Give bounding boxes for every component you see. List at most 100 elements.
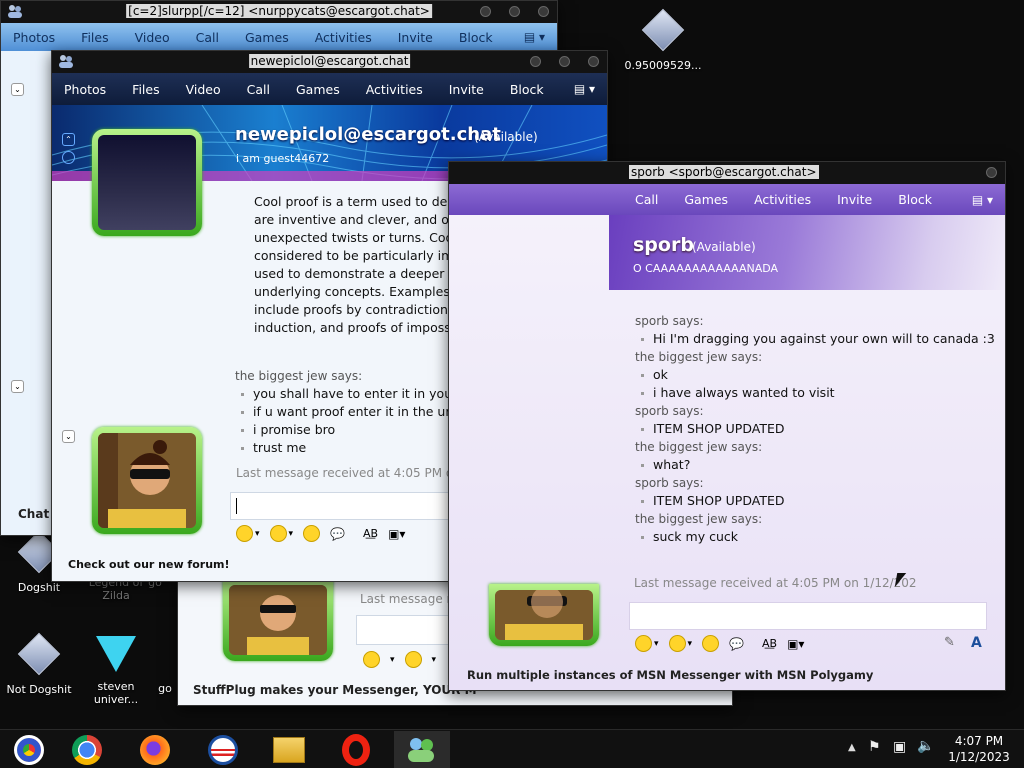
menu-bar: Photos Files Video Call Games Activities… [1,23,557,51]
desktop-icon-label: 0.95009529... [624,59,702,72]
background-icon[interactable]: ▣▾ [787,637,804,651]
minimize-button[interactable] [986,167,997,178]
promo-text[interactable]: Check out our new forum! [68,558,230,571]
font-icon[interactable]: A [971,635,982,651]
clock-date: 1/12/2023 [948,750,1010,764]
flag-icon[interactable]: ⚑ [868,739,881,755]
menu-call[interactable]: Call [196,30,219,45]
menu-video[interactable]: Video [186,82,221,97]
contact-avatar [223,579,333,661]
emoticon-button[interactable] [363,651,380,668]
wink-button[interactable] [668,635,686,652]
firefox-icon[interactable] [132,733,178,766]
voice-clip-icon[interactable]: 💬 [330,527,345,541]
volume-icon[interactable]: 🔈 [917,738,934,754]
collapse-icon[interactable]: ⌃ [62,133,75,146]
chat-label: Chat [18,507,50,521]
menu-call[interactable]: Call [247,82,270,97]
clock-time: 4:07 PM [954,734,1004,748]
sender-label: the biggest jew says: [635,440,763,454]
maximize-button[interactable] [559,56,570,67]
collapse-icon[interactable]: ⌄ [11,83,24,96]
desktop-icon-not-dogshit[interactable]: Not Dogshit [0,632,80,696]
last-message-text: Last message re [360,592,459,606]
promo-text[interactable]: StuffPlug makes your Messenger, YOUR M [193,683,477,697]
obama-logo-icon[interactable] [200,733,246,766]
sender-label: sporb says: [635,404,704,418]
menu-games[interactable]: Games [296,82,340,97]
avatar-picture [229,585,327,655]
minimize-button[interactable] [480,6,491,17]
file-explorer-icon[interactable] [266,733,312,766]
file-diamond-icon [17,632,61,679]
voice-clip-icon[interactable]: 💬 [729,637,744,651]
nudge-button[interactable] [303,525,321,542]
chat-message: what? [635,456,995,474]
handwriting-icon[interactable]: ✎ [944,635,955,650]
avatar-picture [98,433,196,528]
chat-window-sporb[interactable]: sporb <sporb@escargot.chat> Call Games A… [448,161,1006,691]
menu-invite[interactable]: Invite [398,30,433,45]
menu-activities[interactable]: Activities [315,30,372,45]
chrome-classic-icon[interactable] [6,733,52,766]
menu-games[interactable]: Games [245,30,289,45]
font-style-icon[interactable]: A͟B [762,637,777,650]
close-button[interactable] [538,6,549,17]
nudge-button[interactable] [702,635,720,652]
diamond-gem-icon [96,636,136,676]
window-title: newepiclol@escargot.chat [248,54,411,68]
menu-options-icon[interactable]: ▤ ▾ [972,193,993,207]
menu-invite[interactable]: Invite [449,82,484,97]
wink-button[interactable] [404,651,422,668]
wink-button[interactable] [269,525,287,542]
network-icon[interactable]: ▣ [893,739,906,755]
collapse-icon[interactable]: ⌄ [62,430,75,443]
collapse-icon[interactable]: ⌄ [11,380,24,393]
menu-files[interactable]: Files [81,30,108,45]
menu-options-icon[interactable]: ▤ ▾ [574,82,595,96]
settings-icon[interactable] [62,151,75,164]
menu-block[interactable]: Block [510,82,544,97]
contact-status: (Available) [692,240,756,254]
emoticon-button[interactable] [635,635,652,652]
my-avatar [489,584,599,646]
menu-call[interactable]: Call [635,192,658,207]
opera-icon[interactable] [333,733,379,766]
show-hidden-icons[interactable]: ▲ [848,742,856,753]
menu-photos[interactable]: Photos [64,82,106,97]
menu-invite[interactable]: Invite [837,192,872,207]
message-input[interactable] [629,602,987,630]
window-title: [c=2]slurpp[/c=12] <nurppycats@escargot.… [126,4,432,18]
my-avatar [92,427,202,534]
msn-buddy-icon [7,4,23,19]
title-bar[interactable]: sporb <sporb@escargot.chat> [449,162,1005,184]
emoticon-button[interactable] [236,525,253,542]
title-bar[interactable]: [c=2]slurpp[/c=12] <nurppycats@escargot.… [1,1,557,23]
menu-activities[interactable]: Activities [366,82,423,97]
menu-options-icon[interactable]: ▤ ▾ [524,30,545,44]
maximize-button[interactable] [509,6,520,17]
menu-block[interactable]: Block [459,30,493,45]
title-bar[interactable]: newepiclol@escargot.chat [52,51,607,73]
menu-files[interactable]: Files [132,82,159,97]
font-style-icon[interactable]: A͟B [363,527,378,540]
background-icon[interactable]: ▣▾ [388,527,405,541]
menu-photos[interactable]: Photos [13,30,55,45]
menu-video[interactable]: Video [135,30,170,45]
desktop-icon-file[interactable]: 0.95009529... [622,8,704,72]
menu-activities[interactable]: Activities [754,192,811,207]
desktop-icon-label: go [158,682,172,695]
menu-games[interactable]: Games [684,192,728,207]
desktop-icon-steven-universe[interactable]: steven univer... [75,634,157,706]
chrome-icon[interactable] [64,733,110,766]
close-button[interactable] [588,56,599,67]
clock[interactable]: 4:07 PM 1/12/2023 [944,733,1014,765]
msn-messenger-icon[interactable] [394,731,450,768]
desktop-icon-go-2[interactable]: go [150,682,180,695]
promo-text[interactable]: Run multiple instances of MSN Messenger … [467,668,873,682]
chat-history[interactable]: sporb says: Hi I'm dragging you against y… [635,312,995,552]
minimize-button[interactable] [530,56,541,67]
sender-label: the biggest jew says: [635,350,763,364]
message-input[interactable] [356,615,456,645]
menu-block[interactable]: Block [898,192,932,207]
